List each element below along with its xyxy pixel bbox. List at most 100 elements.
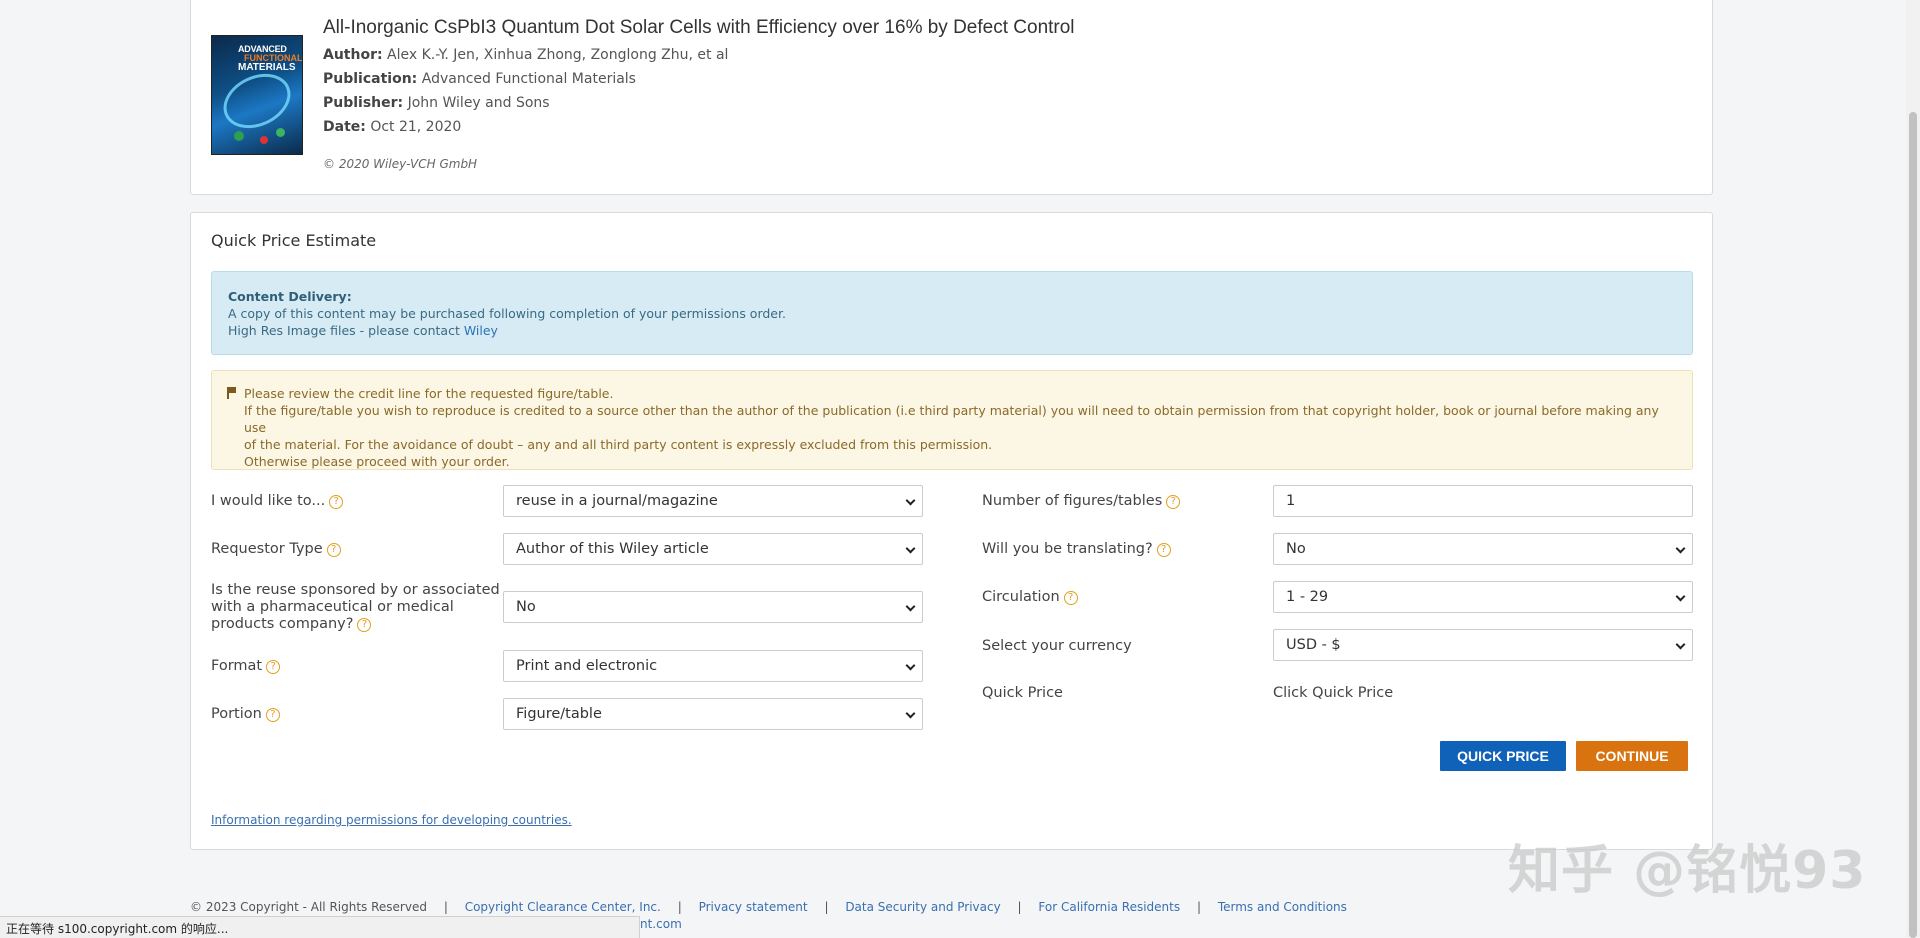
num-figures-value: 1 (1286, 493, 1296, 509)
requestor-type-label-text: Requestor Type (211, 541, 323, 557)
quick-price-title: Quick Price Estimate (211, 231, 377, 250)
cover-dot (276, 128, 285, 137)
vertical-scrollbar[interactable] (1906, 0, 1920, 938)
num-figures-label: Number of figures/tables? (982, 493, 1181, 509)
portion-label-text: Portion (211, 706, 262, 722)
notice-line-1: Please review the credit line for the re… (244, 386, 614, 401)
footer-link-privacy[interactable]: Privacy statement (699, 900, 808, 914)
notice-line-3: of the material. For the avoidance of do… (244, 437, 993, 452)
help-icon[interactable]: ? (1156, 543, 1171, 557)
format-value: Print and electronic (516, 658, 658, 674)
cover-dot (234, 131, 244, 141)
quick-price-label: Quick Price (982, 685, 1063, 701)
hi-res-text: High Res Image files - please contact (228, 323, 460, 338)
help-icon[interactable]: ? (1166, 495, 1181, 509)
developing-countries-link[interactable]: Information regarding permissions for de… (211, 813, 572, 827)
cover-text-3: MATERIALS (238, 62, 296, 73)
footer-link-ccc[interactable]: Copyright Clearance Center, Inc. (465, 900, 661, 914)
help-icon[interactable]: ? (265, 708, 280, 722)
wiley-contact-link[interactable]: Wiley (464, 323, 498, 338)
article-card: ADVANCED FUNCTIONAL MATERIALS All-Inorga… (190, 0, 1713, 195)
footer-separator: | (1017, 900, 1022, 914)
currency-label: Select your currency (982, 638, 1132, 654)
notice-line-2: If the figure/table you wish to reproduc… (244, 403, 1659, 435)
scrollbar-thumb[interactable] (1909, 112, 1917, 938)
article-author: Author: Alex K.-Y. Jen, Xinhua Zhong, Zo… (323, 47, 728, 63)
translating-value: No (1286, 541, 1306, 557)
circulation-label: Circulation? (982, 589, 1078, 605)
help-icon[interactable]: ? (266, 660, 281, 674)
format-label: Format? (211, 658, 281, 674)
sponsored-label-line-2: with a pharmaceutical or medical (211, 599, 454, 615)
chevron-down-icon (905, 660, 916, 671)
chevron-down-icon (905, 543, 916, 554)
article-publisher: Publisher: John Wiley and Sons (323, 95, 550, 111)
chevron-down-icon (1675, 639, 1686, 650)
footer-separator: | (443, 900, 448, 914)
browser-status-bar: 正在等待 s100.copyright.com 的响应... (0, 916, 640, 938)
publisher-value: John Wiley and Sons (407, 95, 550, 111)
quick-price-button[interactable]: QUICK PRICE (1440, 741, 1566, 771)
article-date: Date: Oct 21, 2020 (323, 119, 461, 135)
publication-value: Advanced Functional Materials (421, 71, 636, 87)
num-figures-input[interactable]: 1 (1273, 485, 1693, 517)
footer-link-data-security[interactable]: Data Security and Privacy (845, 900, 1000, 914)
format-label-text: Format (211, 658, 263, 674)
sponsored-value: No (516, 599, 536, 615)
chevron-down-icon (1675, 591, 1686, 602)
footer-separator: | (677, 900, 682, 914)
currency-select[interactable]: USD - $ (1273, 629, 1693, 661)
circulation-select[interactable]: 1 - 29 (1273, 581, 1693, 613)
chevron-down-icon (1675, 543, 1686, 554)
sponsored-select[interactable]: No (503, 591, 923, 623)
sponsored-label-line-1: Is the reuse sponsored by or associated (211, 582, 500, 598)
footer-separator: | (824, 900, 829, 914)
requestor-type-label: Requestor Type? (211, 541, 341, 557)
num-figures-label-text: Number of figures/tables (982, 493, 1163, 509)
help-icon[interactable]: ? (326, 543, 341, 557)
publication-label: Publication: (323, 71, 418, 87)
format-select[interactable]: Print and electronic (503, 650, 923, 682)
continue-button[interactable]: CONTINUE (1576, 741, 1688, 771)
sponsored-label-line-3: products company? (211, 616, 354, 632)
quick-price-value: Click Quick Price (1273, 685, 1394, 701)
article-copyright: © 2020 Wiley‐VCH GmbH (323, 157, 478, 171)
portion-label: Portion? (211, 706, 280, 722)
cover-dot (260, 136, 268, 144)
publisher-label: Publisher: (323, 95, 404, 111)
footer-copyright: © 2023 Copyright - All Rights Reserved (190, 900, 427, 914)
would-like-label-text: I would like to... (211, 493, 326, 509)
sponsored-label: Is the reuse sponsored by or associated … (211, 582, 500, 633)
would-like-value: reuse in a journal/magazine (516, 493, 718, 509)
article-publication: Publication: Advanced Functional Materia… (323, 71, 636, 87)
date-label: Date: (323, 119, 366, 135)
footer-link-terms[interactable]: Terms and Conditions (1218, 900, 1347, 914)
circulation-label-text: Circulation (982, 589, 1060, 605)
footer-link-california[interactable]: For California Residents (1038, 900, 1180, 914)
author-label: Author: (323, 47, 383, 63)
credit-line-notice: Please review the credit line for the re… (211, 370, 1693, 470)
quick-price-card: Quick Price Estimate Content Delivery: A… (190, 212, 1713, 850)
translating-select[interactable]: No (1273, 533, 1693, 565)
notice-line-4: Otherwise please proceed with your order… (244, 454, 510, 469)
circulation-value: 1 - 29 (1286, 589, 1329, 605)
requestor-type-value: Author of this Wiley article (516, 541, 709, 557)
portion-select[interactable]: Figure/table (503, 698, 923, 730)
chevron-down-icon (905, 601, 916, 612)
journal-cover-image: ADVANCED FUNCTIONAL MATERIALS (211, 35, 303, 155)
currency-value: USD - $ (1286, 637, 1341, 653)
footer-link-email[interactable]: nt.com (640, 917, 682, 931)
help-icon[interactable]: ? (329, 495, 344, 509)
help-icon[interactable]: ? (1063, 591, 1078, 605)
footer: © 2023 Copyright - All Rights Reserved |… (190, 900, 1347, 914)
help-icon[interactable]: ? (357, 618, 372, 632)
would-like-label: I would like to...? (211, 493, 344, 509)
content-delivery-text: A copy of this content may be purchased … (228, 306, 786, 321)
would-like-select[interactable]: reuse in a journal/magazine (503, 485, 923, 517)
translating-label: Will you be translating?? (982, 541, 1171, 557)
content-delivery-box: Content Delivery: A copy of this content… (211, 271, 1693, 355)
date-value: Oct 21, 2020 (370, 119, 462, 135)
flag-icon (227, 387, 237, 399)
requestor-type-select[interactable]: Author of this Wiley article (503, 533, 923, 565)
zhihu-watermark: 知乎 @铭悦93 (1508, 841, 1867, 901)
